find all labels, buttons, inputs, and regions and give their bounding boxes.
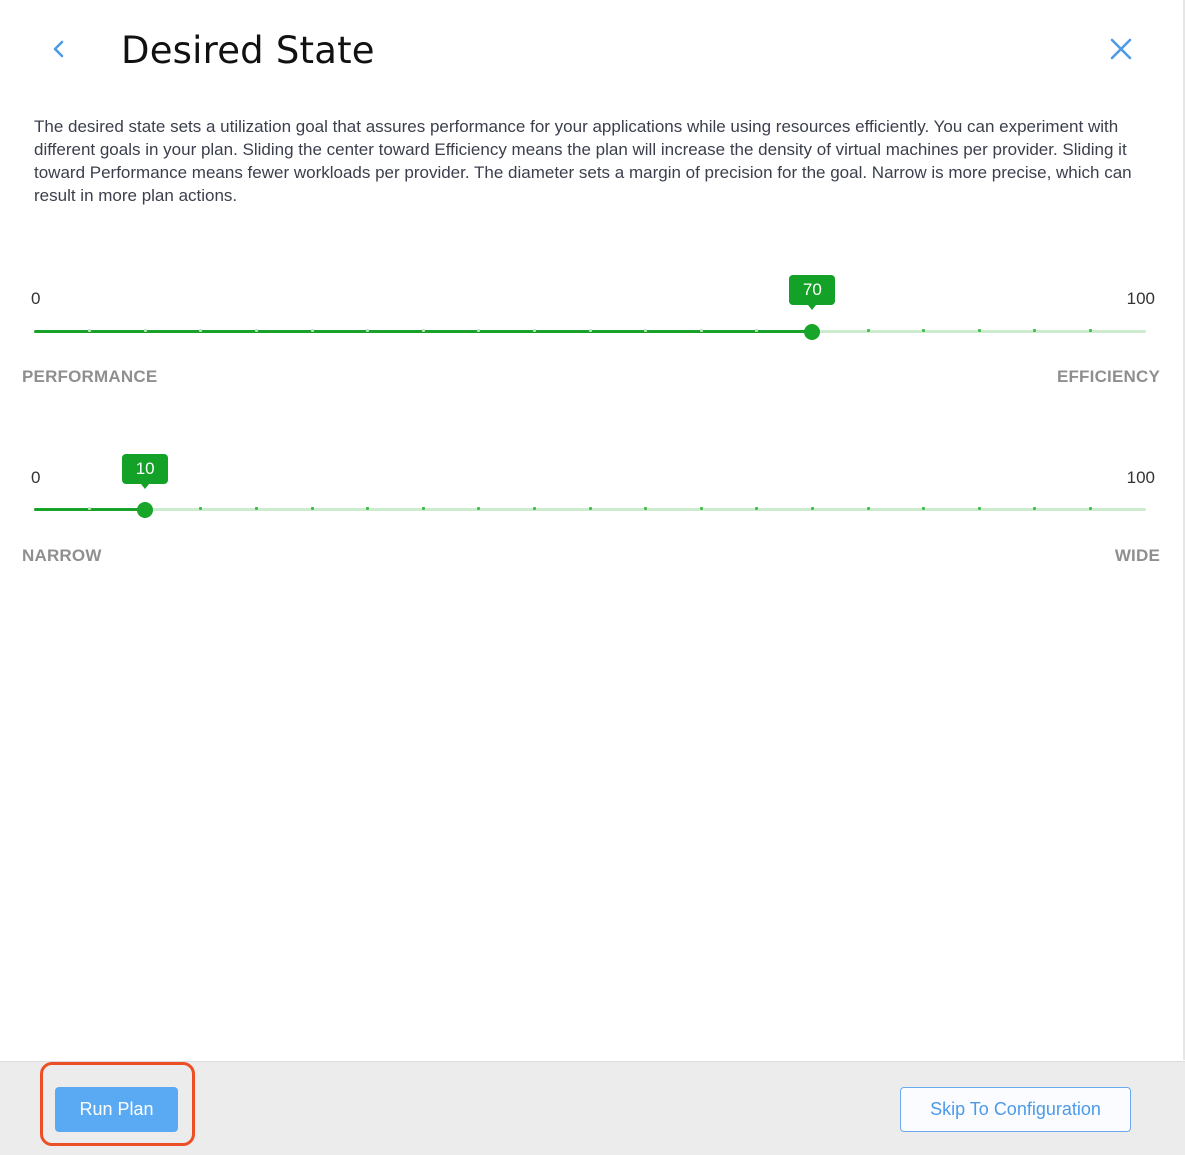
slider-tick <box>366 329 370 332</box>
slider-tick <box>1088 329 1092 332</box>
slider-tick <box>810 507 814 510</box>
back-button[interactable] <box>44 33 74 69</box>
description-text: The desired state sets a utilization goa… <box>34 117 1132 205</box>
slider-tick <box>1033 329 1037 332</box>
slider-track[interactable] <box>34 323 1146 340</box>
efficiency-label: EFFICIENCY <box>1056 367 1160 386</box>
narrow-label: NARROW <box>22 546 102 565</box>
slider-tick <box>588 507 592 510</box>
slider-tick <box>366 507 370 510</box>
wide-label: WIDE <box>1114 546 1160 565</box>
slider-tick <box>922 507 926 510</box>
page-title: Desired State <box>121 29 375 72</box>
slider-tick <box>477 507 481 510</box>
slider-max-label: 100 <box>1126 468 1155 487</box>
slider-max-label: 100 <box>1126 289 1155 308</box>
chevron-left-icon <box>52 39 66 64</box>
slider-tick <box>1033 507 1037 510</box>
slider-thumb[interactable] <box>137 501 154 518</box>
close-button[interactable] <box>1104 34 1138 68</box>
slider-tick <box>421 507 425 510</box>
slider-tick <box>699 329 703 332</box>
footer-bar: Run Plan Skip To Configuration <box>0 1061 1185 1155</box>
slider-tick <box>88 507 92 510</box>
slider-tick <box>1088 507 1092 510</box>
run-plan-button[interactable]: Run Plan <box>55 1087 178 1132</box>
desired-state-panel: Desired State The desired state sets a u… <box>0 0 1185 1155</box>
slider-tick <box>977 329 981 332</box>
slider-tick <box>532 507 536 510</box>
slider-min-label: 0 <box>31 468 41 487</box>
slider-tick <box>143 329 147 332</box>
slider-tick <box>421 329 425 332</box>
slider-value-bubble: 10 <box>122 454 169 489</box>
slider-tick <box>588 329 592 332</box>
slider-tick <box>866 329 870 332</box>
slider-tick <box>977 507 981 510</box>
slider-tick <box>88 329 92 332</box>
skip-to-configuration-button[interactable]: Skip To Configuration <box>900 1087 1131 1132</box>
slider-tick <box>310 507 314 510</box>
slider-min-label: 0 <box>31 289 41 308</box>
slider-tick <box>699 507 703 510</box>
performance-label: PERFORMANCE <box>22 367 158 386</box>
utilization-slider[interactable]: 0 100 70 PERFORMANCE EFFICIENCY <box>0 275 1185 386</box>
slider-tick <box>532 329 536 332</box>
slider-tick <box>866 507 870 510</box>
close-icon <box>1109 37 1133 66</box>
slider-value-bubble: 70 <box>789 275 836 310</box>
slider-track[interactable] <box>34 501 1146 518</box>
slider-tick <box>644 329 648 332</box>
slider-tick <box>254 329 258 332</box>
diameter-slider[interactable]: 0 100 10 NARROW WIDE <box>0 454 1185 565</box>
slider-tick <box>922 329 926 332</box>
slider-tick <box>755 507 759 510</box>
slider-thumb[interactable] <box>804 323 821 340</box>
slider-tick <box>644 507 648 510</box>
slider-tick <box>254 507 258 510</box>
slider-tick <box>310 329 314 332</box>
slider-tick <box>199 507 203 510</box>
